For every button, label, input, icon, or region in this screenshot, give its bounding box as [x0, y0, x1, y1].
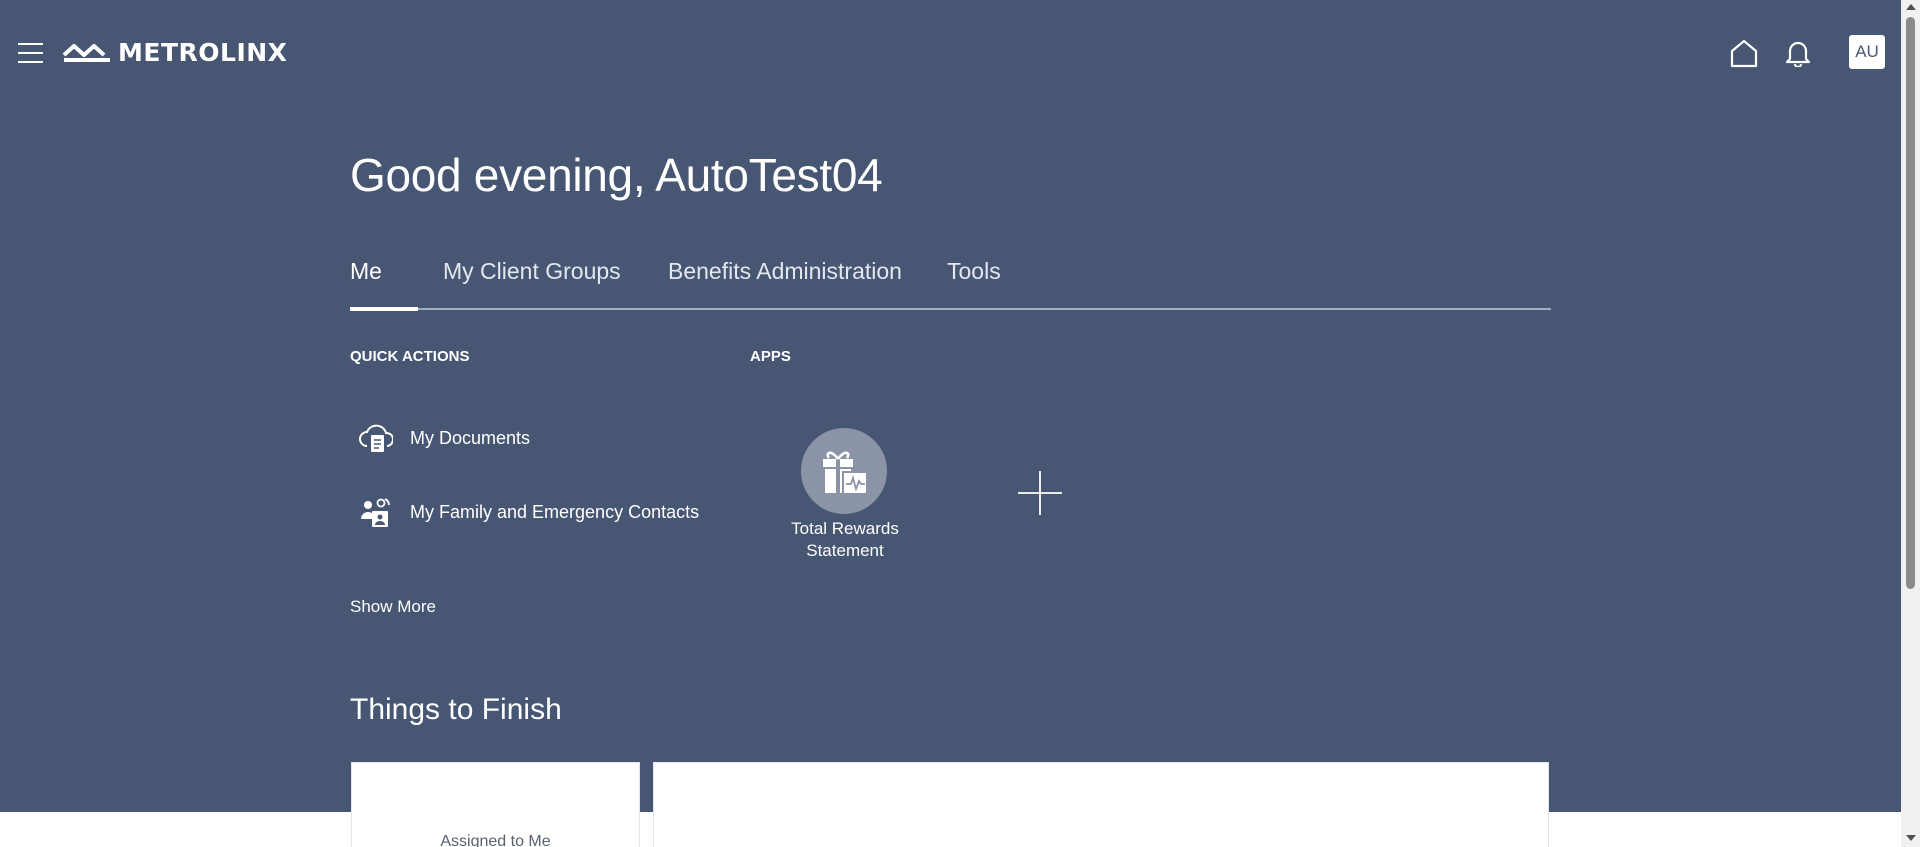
things-to-finish-heading: Things to Finish: [350, 693, 562, 726]
scroll-down-arrow-icon[interactable]: [1906, 835, 1916, 841]
vertical-scrollbar[interactable]: [1901, 0, 1920, 847]
bell-icon[interactable]: [1782, 37, 1814, 69]
quick-actions-heading: QUICK ACTIONS: [350, 348, 470, 365]
active-tab-indicator: [350, 307, 418, 311]
scroll-up-arrow-icon[interactable]: [1906, 4, 1916, 10]
hero-banner: [0, 0, 1901, 812]
greeting-title: Good evening, AutoTest04: [350, 149, 883, 201]
tab-me[interactable]: Me: [350, 258, 382, 285]
logo-text: METROLINX: [118, 37, 288, 67]
card-label: Assigned to Me: [440, 833, 551, 847]
app-total-rewards-statement[interactable]: Total Rewards Statement: [790, 428, 900, 562]
gift-icon: [823, 451, 868, 495]
tab-my-client-groups[interactable]: My Client Groups: [443, 258, 621, 285]
app-icon-circle: [801, 428, 887, 514]
quick-action-my-documents[interactable]: My Documents: [358, 420, 530, 456]
tab-benefits-administration[interactable]: Benefits Administration: [668, 258, 902, 285]
metrolinx-wave-icon: [62, 44, 110, 62]
hamburger-menu-icon[interactable]: [18, 43, 43, 63]
scrollbar-thumb[interactable]: [1906, 17, 1915, 589]
show-more-link[interactable]: Show More: [350, 597, 436, 617]
quick-action-label: My Family and Emergency Contacts: [410, 501, 700, 522]
app-label-line-1: Total Rewards: [791, 519, 899, 538]
page: METROLINX AU Good evening, AutoTest04 Me…: [0, 0, 1920, 847]
cloud-document-icon: [358, 420, 394, 456]
user-avatar[interactable]: AU: [1849, 35, 1885, 69]
metrolinx-logo[interactable]: METROLINX: [62, 37, 287, 67]
quick-action-label: My Documents: [410, 427, 531, 448]
quick-action-family-contacts[interactable]: My Family and Emergency Contacts: [358, 494, 699, 530]
task-list-card[interactable]: [653, 762, 1549, 847]
apps-heading: APPS: [750, 348, 791, 365]
tab-tools[interactable]: Tools: [947, 258, 1001, 285]
family-contacts-icon: [358, 494, 394, 530]
assigned-to-me-card[interactable]: Assigned to Me: [351, 762, 640, 847]
navigation-tabs: Me My Client Groups Benefits Administrat…: [350, 258, 1551, 311]
home-icon[interactable]: [1728, 37, 1760, 69]
plus-icon[interactable]: [1018, 471, 1062, 515]
app-label-line-2: Statement: [806, 541, 884, 560]
